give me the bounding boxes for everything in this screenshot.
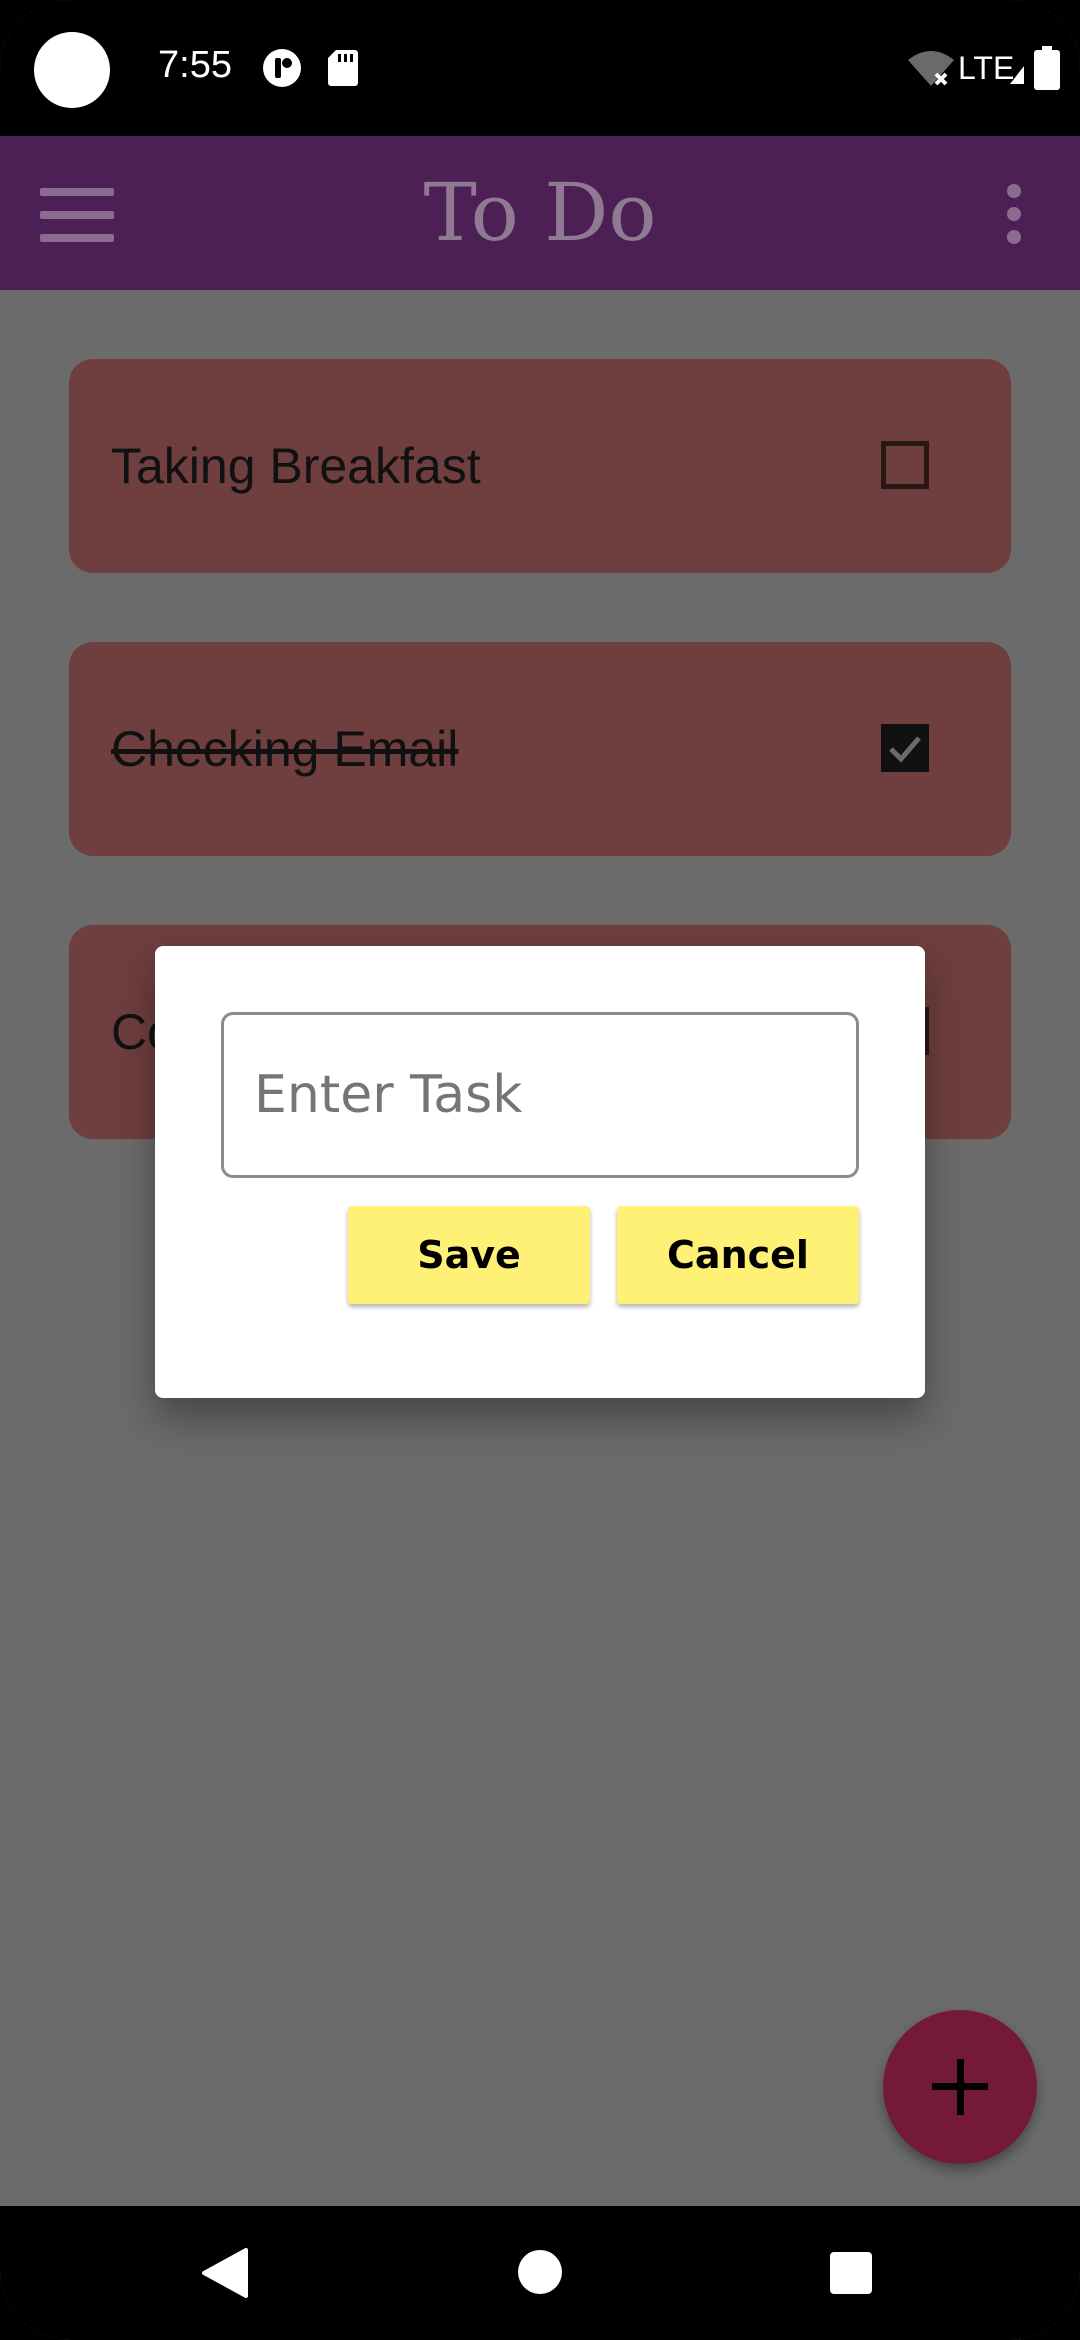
cancel-button[interactable]: Cancel [617,1206,859,1304]
screen: 7:55 LTE To Do Taking Breakfast Checking… [0,0,1080,2340]
task-label: Taking Breakfast [111,438,481,494]
task-input[interactable] [221,1012,859,1178]
home-icon[interactable] [518,2250,562,2294]
app-notification-icon [263,49,301,87]
network-type: LTE [958,50,1015,86]
status-bar: 7:55 LTE [0,0,1080,136]
check-icon [889,736,921,763]
sd-card-icon [328,50,358,86]
page-title: To Do [423,166,657,259]
task-checkbox[interactable] [881,724,929,772]
navigation-bar [0,2206,1080,2340]
app-bar: To Do [0,136,1080,290]
wifi-off-icon [908,51,954,86]
status-time: 7:55 [158,44,232,86]
recents-icon[interactable] [830,2252,872,2294]
task-checkbox[interactable] [881,441,929,489]
save-button[interactable]: Save [348,1206,590,1304]
battery-icon [1034,46,1060,90]
add-task-dialog: Save Cancel [155,946,925,1398]
task-card[interactable]: Checking Email [69,642,1011,856]
task-card[interactable]: Taking Breakfast [69,359,1011,573]
back-icon[interactable] [200,2246,250,2300]
camera-cutout-icon [34,32,110,108]
task-label: Checking Email [111,721,459,777]
add-task-button[interactable] [883,2010,1037,2164]
more-vert-icon[interactable] [1000,184,1030,244]
signal-icon [1010,66,1024,84]
